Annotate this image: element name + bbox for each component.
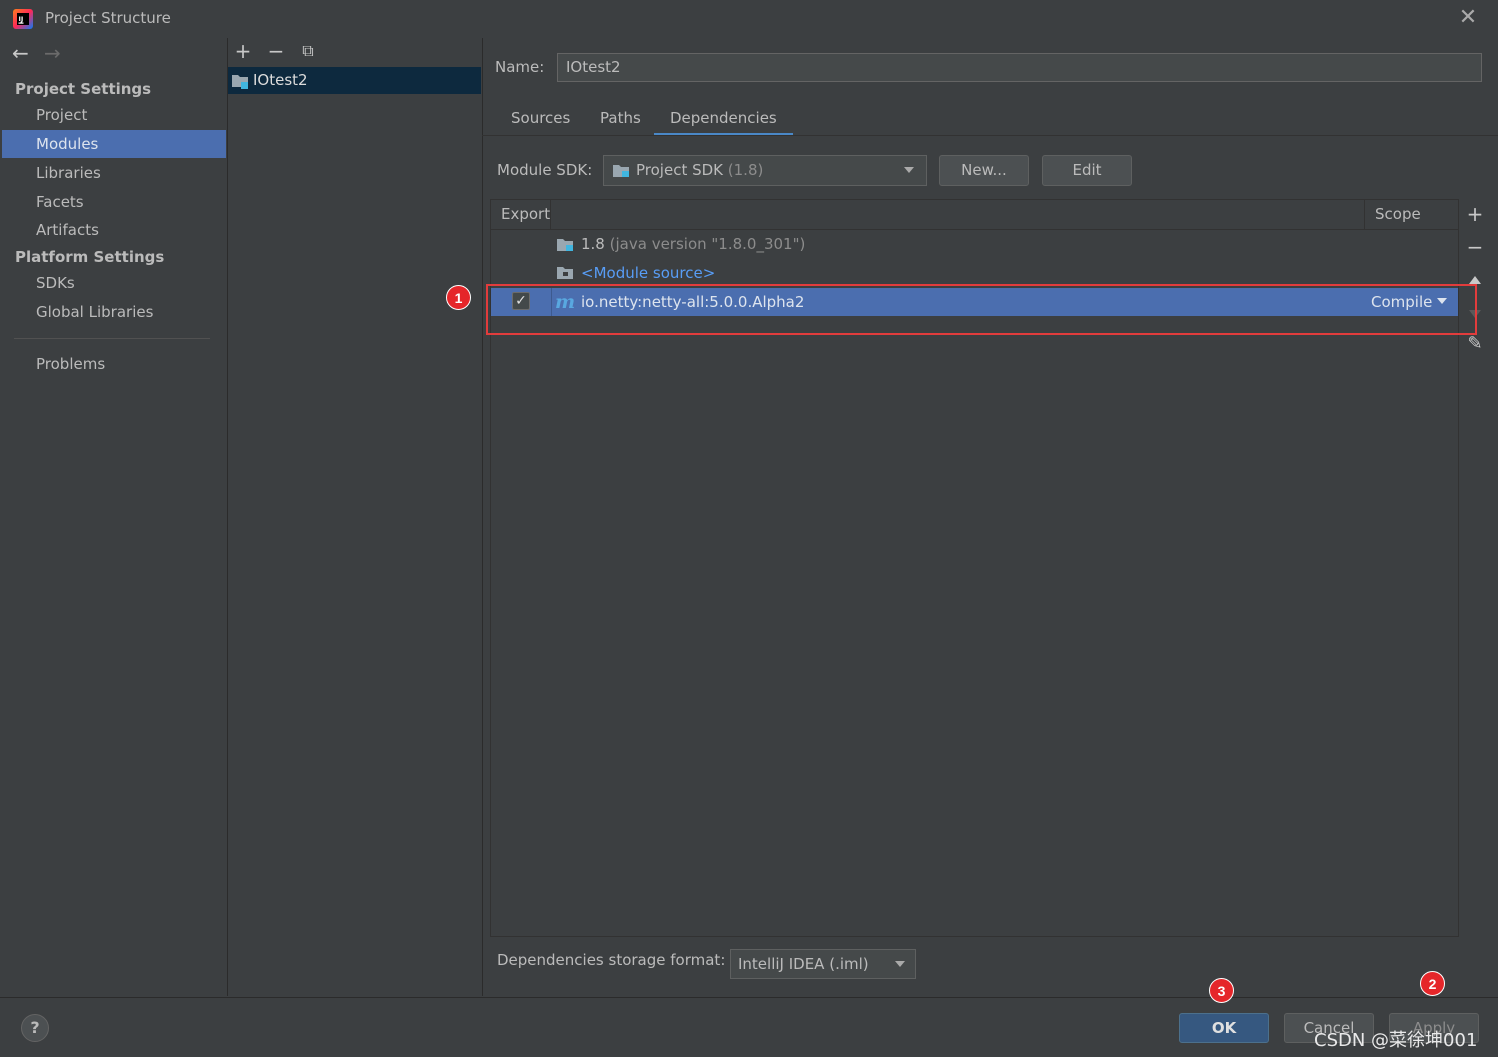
chevron-down-icon (904, 167, 914, 173)
platform-settings-header: Platform Settings (15, 248, 165, 266)
remove-dependency-icon[interactable]: − (1465, 237, 1485, 257)
nav-item-problems[interactable]: Problems (2, 350, 226, 378)
edit-pencil-icon[interactable]: ✎ (1465, 334, 1485, 354)
forward-arrow-icon[interactable]: → (44, 41, 61, 65)
window-title: Project Structure (45, 9, 171, 27)
module-sdk-label: Module SDK: (497, 161, 593, 179)
watermark: CSDN @菜徐坤001 (1314, 1030, 1478, 1051)
tab-sources[interactable]: Sources (511, 108, 570, 136)
sdk-detail: (1.8) (727, 161, 764, 179)
dependency-row-module-source[interactable]: <Module source> (581, 264, 715, 282)
move-up-icon[interactable] (1469, 276, 1481, 284)
column-header-scope[interactable]: Scope (1375, 205, 1421, 223)
copy-module-icon[interactable]: ⧉ (297, 40, 319, 62)
dependency-row-jdk[interactable]: 1.8 (java version "1.8.0_301") (581, 235, 805, 253)
add-module-icon[interactable]: + (232, 40, 254, 62)
dependencies-table-header (491, 200, 1458, 230)
intellij-app-icon: IJ (12, 8, 34, 30)
jdk-folder-icon (556, 237, 574, 252)
column-separator (550, 200, 551, 230)
help-icon[interactable]: ? (21, 1014, 49, 1042)
ok-button[interactable]: OK (1179, 1013, 1269, 1043)
nav-item-artifacts[interactable]: Artifacts (2, 216, 226, 244)
edit-sdk-button[interactable]: Edit (1042, 155, 1132, 186)
svg-text:IJ: IJ (19, 15, 24, 23)
tabs-divider (482, 135, 1498, 136)
name-label: Name: (495, 58, 545, 76)
add-dependency-icon[interactable]: + (1465, 204, 1485, 224)
column-header-export[interactable]: Export (501, 205, 550, 223)
sdk-folder-icon (612, 163, 630, 178)
nav-item-project[interactable]: Project (2, 101, 226, 129)
project-settings-header: Project Settings (15, 80, 152, 98)
dialog-footer (0, 997, 1498, 1057)
nav-item-global-libraries[interactable]: Global Libraries (2, 298, 226, 326)
chevron-down-icon (895, 961, 905, 967)
new-sdk-button[interactable]: New... (939, 155, 1029, 186)
nav-item-sdks[interactable]: SDKs (2, 269, 226, 297)
annotation-badge-2: 2 (1420, 971, 1445, 996)
module-folder-icon (231, 73, 249, 89)
nav-item-modules[interactable]: Modules (2, 130, 226, 158)
module-name-input[interactable]: IOtest2 (557, 53, 1482, 82)
jdk-name: 1.8 (581, 235, 605, 253)
close-icon[interactable]: ✕ (1456, 6, 1480, 30)
jdk-version-detail: (java version "1.8.0_301") (609, 235, 806, 253)
modules-list-panel (227, 38, 481, 996)
nav-item-facets[interactable]: Facets (2, 188, 226, 216)
module-list-item[interactable]: IOtest2 (228, 67, 481, 94)
column-separator (1364, 200, 1365, 230)
remove-module-icon[interactable]: − (265, 40, 287, 62)
annotation-highlight-box (486, 284, 1477, 335)
annotation-badge-1: 1 (446, 285, 471, 310)
storage-format-select[interactable]: IntelliJ IDEA (.iml) (730, 949, 916, 979)
tab-dependencies[interactable]: Dependencies (654, 108, 793, 136)
nav-divider (14, 338, 210, 339)
storage-format-label: Dependencies storage format: (497, 951, 726, 969)
module-source-folder-icon (556, 266, 574, 280)
nav-item-libraries[interactable]: Libraries (2, 159, 226, 187)
title-bar (0, 0, 1498, 38)
annotation-badge-3: 3 (1209, 978, 1234, 1003)
sdk-value: Project SDK (636, 161, 723, 179)
back-arrow-icon[interactable]: ← (12, 41, 29, 65)
module-sdk-select[interactable]: Project SDK (1.8) (603, 155, 927, 186)
tab-paths[interactable]: Paths (600, 108, 641, 136)
